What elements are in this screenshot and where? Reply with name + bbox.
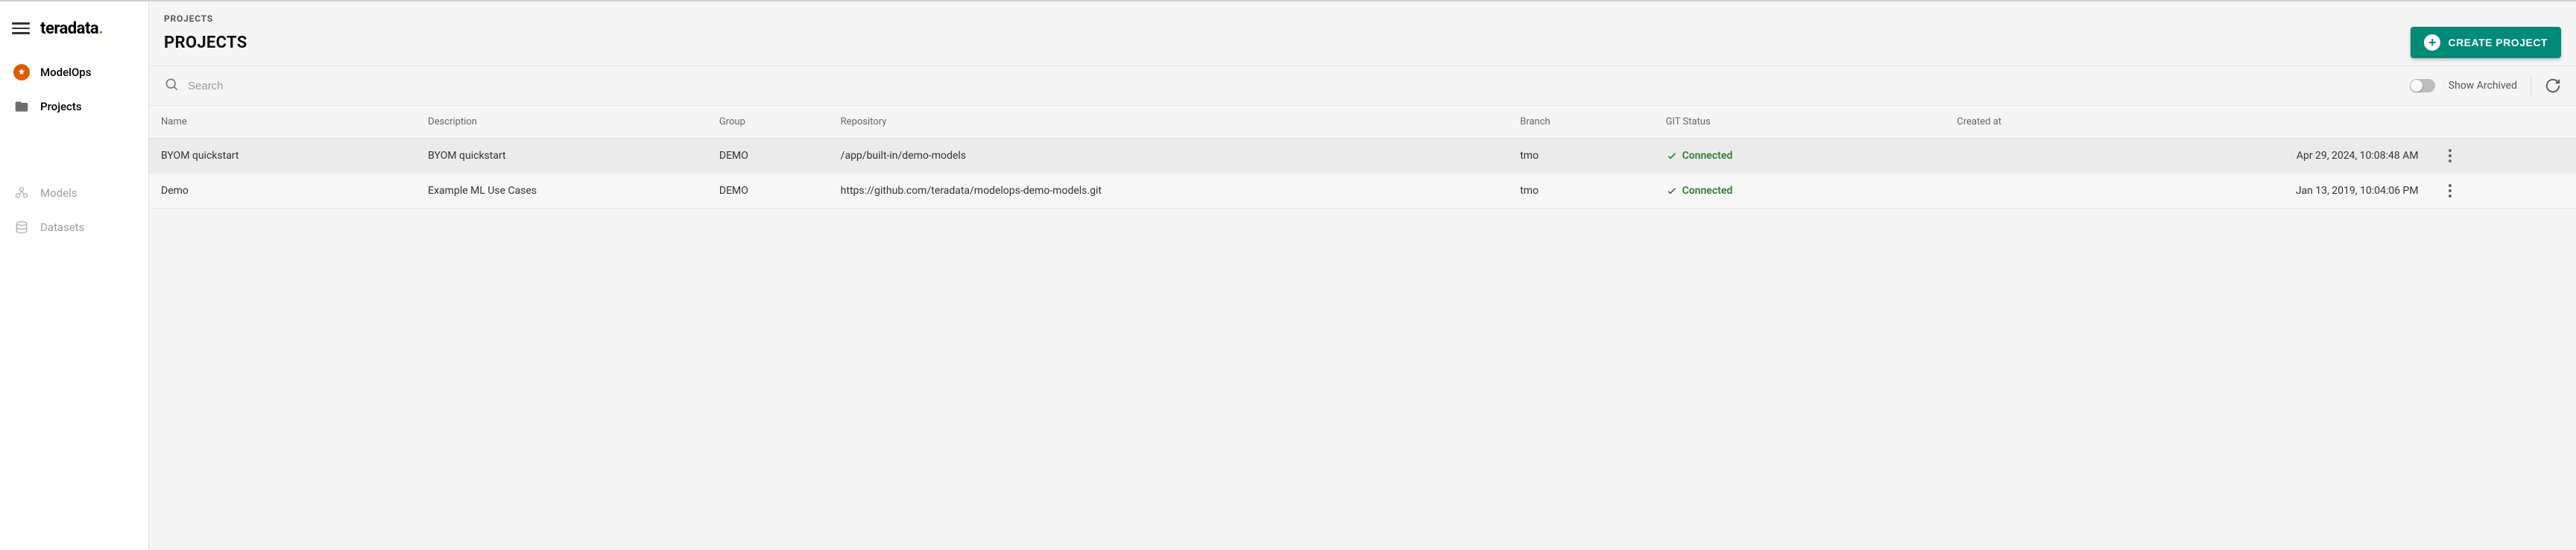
cell-description: BYOM quickstart [416, 139, 707, 174]
cell-name: BYOM quickstart [149, 139, 416, 174]
col-created-at[interactable]: Created at [1945, 106, 2430, 139]
breadcrumb: PROJECTS [164, 13, 2561, 24]
sidebar-item-label: Models [40, 186, 77, 200]
create-project-button[interactable]: + CREATE PROJECT [2411, 27, 2561, 58]
menu-icon[interactable] [12, 19, 30, 37]
col-group[interactable]: Group [707, 106, 829, 139]
brand-logo[interactable]: teradata. [40, 19, 103, 38]
table-header-row: Name Description Group Repository Branch… [149, 106, 2576, 139]
cell-git-status: Connected [1654, 139, 1945, 174]
show-archived-toggle[interactable] [2410, 79, 2435, 92]
check-icon [1666, 150, 1678, 162]
projects-table: Name Description Group Repository Branch… [149, 106, 2576, 209]
brand-dot: . [98, 19, 103, 38]
page-title: PROJECTS [164, 34, 247, 52]
sidebar-item-label: Projects [40, 100, 82, 113]
search-icon[interactable] [164, 77, 179, 95]
search-input[interactable] [188, 80, 2410, 92]
sidebar-item-modelops[interactable]: ModelOps [0, 55, 148, 89]
table-row[interactable]: BYOM quickstart BYOM quickstart DEMO /ap… [149, 139, 2576, 174]
git-status-text: Connected [1682, 150, 1733, 162]
col-description[interactable]: Description [416, 106, 707, 139]
brand-name: teradata [40, 19, 98, 38]
modelops-icon [13, 64, 30, 80]
show-archived-label: Show Archived [2449, 80, 2517, 92]
sidebar-item-datasets[interactable]: Datasets [0, 210, 148, 244]
cell-group: DEMO [707, 139, 829, 174]
cell-group: DEMO [707, 174, 829, 209]
cell-git-status: Connected [1654, 174, 1945, 209]
refresh-button[interactable] [2545, 78, 2561, 94]
cell-description: Example ML Use Cases [416, 174, 707, 209]
cell-menu [2431, 174, 2576, 209]
row-menu-button[interactable] [2443, 184, 2457, 197]
col-menu [2431, 106, 2576, 139]
cell-name: Demo [149, 174, 416, 209]
table-row[interactable]: Demo Example ML Use Cases DEMO https://g… [149, 174, 2576, 209]
sidebar: teradata. ModelOps Projects Models [0, 1, 149, 550]
cell-branch: tmo [1508, 174, 1653, 209]
models-icon [13, 185, 30, 201]
cell-branch: tmo [1508, 139, 1653, 174]
check-icon [1666, 185, 1678, 197]
folder-icon [13, 98, 30, 115]
git-status-text: Connected [1682, 185, 1733, 197]
sidebar-item-label: ModelOps [40, 66, 91, 79]
sidebar-header: teradata. [0, 1, 148, 55]
cell-created-at: Apr 29, 2024, 10:08:48 AM [1945, 139, 2430, 174]
cell-repository: https://github.com/teradata/modelops-dem… [829, 174, 1509, 209]
page-header: PROJECTS PROJECTS + CREATE PROJECT [149, 1, 2576, 66]
cell-created-at: Jan 13, 2019, 10:04:06 PM [1945, 174, 2430, 209]
sidebar-item-label: Datasets [40, 221, 84, 234]
toolbar: Show Archived [149, 66, 2576, 106]
main-content: PROJECTS PROJECTS + CREATE PROJECT Show … [149, 1, 2576, 550]
cell-menu [2431, 139, 2576, 174]
plus-icon: + [2424, 34, 2440, 51]
cell-repository: /app/built-in/demo-models [829, 139, 1509, 174]
row-menu-button[interactable] [2443, 149, 2457, 162]
sidebar-item-models[interactable]: Models [0, 176, 148, 210]
col-repository[interactable]: Repository [829, 106, 1509, 139]
sidebar-item-projects[interactable]: Projects [0, 89, 148, 124]
col-name[interactable]: Name [149, 106, 416, 139]
col-git-status[interactable]: GIT Status [1654, 106, 1945, 139]
col-branch[interactable]: Branch [1508, 106, 1653, 139]
create-project-label: CREATE PROJECT [2448, 37, 2548, 48]
datasets-icon [13, 219, 30, 236]
